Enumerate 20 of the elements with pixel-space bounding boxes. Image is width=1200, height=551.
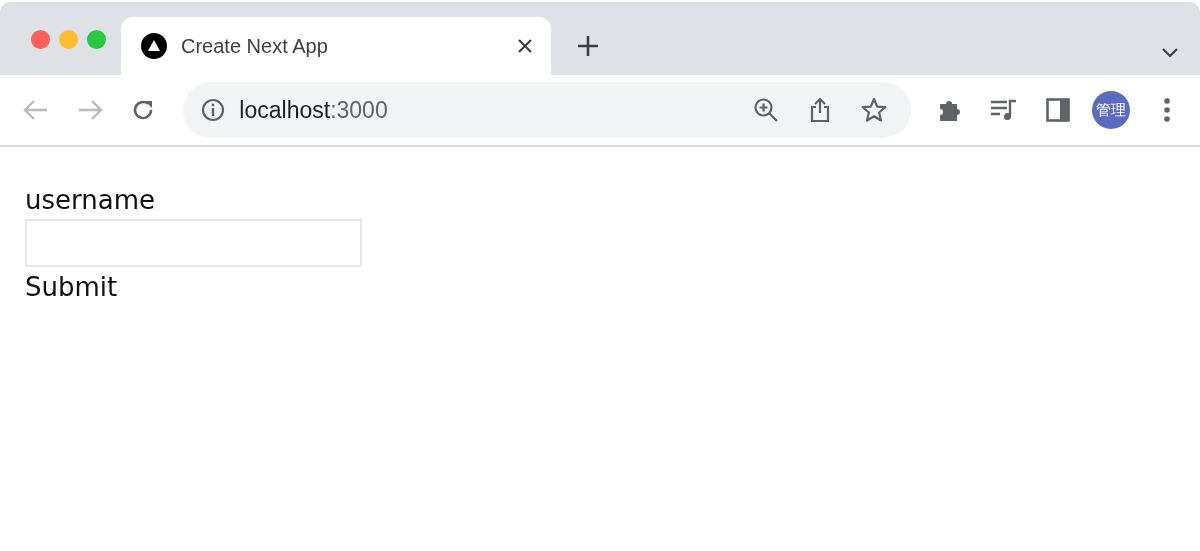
zoom-in-icon[interactable] xyxy=(753,97,780,123)
url-host: localhost xyxy=(239,96,331,124)
submit-button[interactable]: Submit xyxy=(25,267,118,307)
triangle-logo-icon xyxy=(141,33,167,59)
more-menu-icon[interactable] xyxy=(1163,97,1172,123)
browser-tab[interactable]: Create Next App xyxy=(121,17,551,75)
info-icon[interactable] xyxy=(201,98,226,122)
new-tab-icon[interactable] xyxy=(577,35,599,57)
username-field[interactable] xyxy=(25,219,362,267)
tab-title: Create Next App xyxy=(181,34,329,58)
share-icon[interactable] xyxy=(809,97,832,123)
url-port: :3000 xyxy=(330,96,388,124)
profile-avatar[interactable]: 管理 xyxy=(1092,91,1131,129)
playlist-icon[interactable] xyxy=(989,98,1018,122)
address-bar[interactable]: localhost:3000 xyxy=(183,82,912,138)
star-icon[interactable] xyxy=(861,97,888,123)
chevron-down-icon[interactable] xyxy=(1162,48,1178,58)
username-label: username xyxy=(25,184,155,217)
close-icon[interactable] xyxy=(517,38,533,54)
side-panel-icon[interactable] xyxy=(1045,98,1070,122)
